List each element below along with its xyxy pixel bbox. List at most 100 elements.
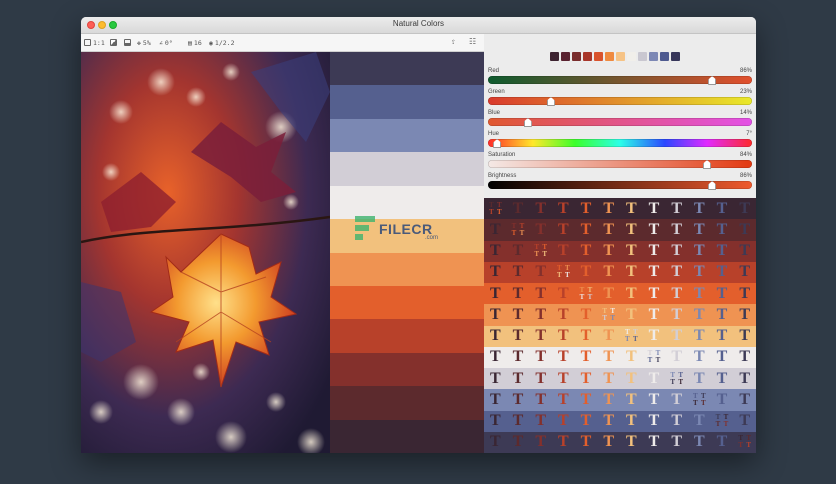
palette-color-10[interactable] — [330, 352, 484, 387]
contrast-cell[interactable]: T — [551, 198, 575, 220]
palette-color-8[interactable] — [330, 285, 484, 320]
contrast-cell[interactable]: T — [665, 304, 688, 326]
swatch-4[interactable] — [583, 52, 592, 61]
contrast-cell[interactable]: T — [506, 431, 530, 453]
slider-track[interactable] — [488, 139, 752, 147]
contrast-cell[interactable]: T — [597, 283, 620, 305]
contrast-cell[interactable]: T — [484, 304, 507, 326]
palette-color-11[interactable] — [330, 386, 484, 420]
swatch-1[interactable] — [550, 52, 559, 61]
contrast-cell[interactable]: T — [484, 219, 507, 241]
contrast-cell[interactable]: T — [687, 304, 711, 326]
contrast-cell[interactable]: T — [642, 368, 666, 390]
red-slider[interactable]: Red 86% — [488, 68, 752, 86]
contrast-cell[interactable]: T — [687, 325, 711, 347]
contrast-cell[interactable]: T — [619, 219, 643, 241]
swatch-10[interactable] — [649, 52, 658, 61]
contrast-cell[interactable]: T — [710, 304, 734, 326]
palette-color-1[interactable] — [330, 52, 484, 86]
contrast-cell[interactable]: T — [687, 410, 711, 432]
slider-track[interactable] — [488, 97, 752, 105]
contrast-cell[interactable]: T — [506, 198, 530, 220]
saturation-slider[interactable]: Saturation 84% — [488, 152, 752, 170]
swatch-3[interactable] — [572, 52, 581, 61]
contrast-cell[interactable]: T — [574, 389, 598, 411]
contrast-cell[interactable]: T — [687, 219, 711, 241]
swatch-2[interactable] — [561, 52, 570, 61]
layout-toggle[interactable] — [124, 38, 131, 47]
contrast-cell[interactable]: TTTT — [597, 304, 620, 326]
contrast-cell[interactable]: T — [597, 261, 620, 283]
palette-color-12[interactable] — [330, 419, 484, 453]
contrast-cell[interactable]: T — [506, 389, 530, 411]
contrast-cell[interactable]: T — [551, 325, 575, 347]
contrast-cell[interactable]: T — [733, 346, 756, 368]
contrast-cell[interactable]: T — [529, 304, 552, 326]
angle-control[interactable]: ∠ 0° — [159, 38, 173, 47]
contrast-cell[interactable]: T — [710, 431, 734, 453]
contrast-cell[interactable]: T — [529, 261, 552, 283]
contrast-cell[interactable]: T — [574, 410, 598, 432]
contrast-cell[interactable]: TTTT — [529, 240, 552, 262]
contrast-cell[interactable]: T — [687, 198, 711, 220]
contrast-cell[interactable]: T — [642, 240, 666, 262]
ratio-control[interactable]: ◉ 1/2.2 — [209, 38, 235, 47]
contrast-cell[interactable]: T — [733, 198, 756, 220]
contrast-cell[interactable]: T — [484, 325, 507, 347]
contrast-cell[interactable]: T — [687, 368, 711, 390]
contrast-cell[interactable]: T — [665, 431, 688, 453]
contrast-cell[interactable]: T — [642, 304, 666, 326]
contrast-cell[interactable]: T — [665, 410, 688, 432]
contrast-cell[interactable]: TTTT — [506, 219, 530, 241]
contrast-cell[interactable]: T — [710, 240, 734, 262]
contrast-cell[interactable]: T — [484, 410, 507, 432]
contrast-cell[interactable]: T — [642, 261, 666, 283]
contrast-cell[interactable]: T — [529, 325, 552, 347]
contrast-cell[interactable]: TTTT — [619, 325, 643, 347]
contrast-cell[interactable]: T — [619, 198, 643, 220]
contrast-cell[interactable]: T — [619, 346, 643, 368]
swatch-8[interactable] — [627, 52, 636, 61]
contrast-cell[interactable]: TTTT — [551, 261, 575, 283]
swatch-12[interactable] — [671, 52, 680, 61]
swatch-6[interactable] — [605, 52, 614, 61]
contrast-cell[interactable]: T — [710, 198, 734, 220]
contrast-cell[interactable]: T — [665, 389, 688, 411]
contrast-cell[interactable]: T — [597, 389, 620, 411]
contrast-cell[interactable]: T — [484, 368, 507, 390]
contrast-cell[interactable]: T — [665, 240, 688, 262]
contrast-cell[interactable]: T — [551, 219, 575, 241]
contrast-cell[interactable]: T — [619, 304, 643, 326]
contrast-cell[interactable]: T — [619, 283, 643, 305]
contrast-cell[interactable]: T — [642, 219, 666, 241]
colors-count-control[interactable]: ▤ 16 — [188, 38, 202, 47]
contrast-cell[interactable]: T — [597, 346, 620, 368]
contrast-cell[interactable]: T — [597, 198, 620, 220]
contrast-cell[interactable]: T — [733, 325, 756, 347]
contrast-cell[interactable]: T — [733, 261, 756, 283]
contrast-cell[interactable]: T — [574, 219, 598, 241]
contrast-cell[interactable]: T — [574, 240, 598, 262]
contrast-cell[interactable]: T — [574, 261, 598, 283]
contrast-cell[interactable]: T — [665, 219, 688, 241]
contrast-cell[interactable]: T — [642, 283, 666, 305]
contrast-toggle[interactable] — [110, 38, 117, 47]
contrast-cell[interactable]: T — [574, 346, 598, 368]
contrast-cell[interactable]: T — [597, 219, 620, 241]
contrast-cell[interactable]: T — [574, 325, 598, 347]
contrast-cell[interactable]: T — [665, 325, 688, 347]
contrast-cell[interactable]: T — [665, 261, 688, 283]
contrast-cell[interactable]: T — [484, 346, 507, 368]
slider-track[interactable] — [488, 160, 752, 168]
contrast-cell[interactable]: T — [551, 304, 575, 326]
contrast-cell[interactable]: T — [484, 389, 507, 411]
contrast-cell[interactable]: T — [551, 240, 575, 262]
contrast-cell[interactable]: T — [687, 346, 711, 368]
contrast-cell[interactable]: T — [710, 368, 734, 390]
contrast-cell[interactable]: T — [687, 240, 711, 262]
contrast-cell[interactable]: T — [551, 389, 575, 411]
share-icon[interactable]: ⇪ — [451, 37, 456, 46]
contrast-cell[interactable]: T — [642, 325, 666, 347]
contrast-cell[interactable]: T — [619, 431, 643, 453]
contrast-cell[interactable]: T — [619, 261, 643, 283]
